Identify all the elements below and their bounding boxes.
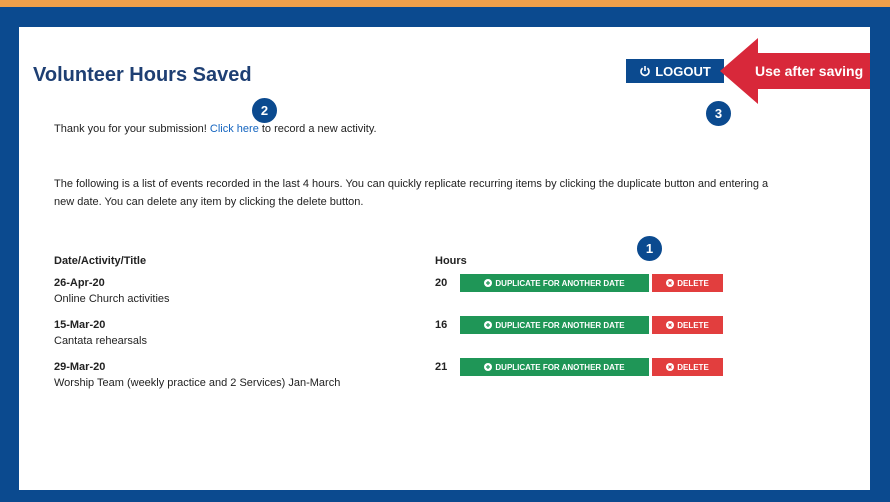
intro-prefix: Thank you for your submission! [54, 123, 210, 135]
duplicate-label: DUPLICATE FOR ANOTHER DATE [495, 320, 625, 330]
row-date: 29-Mar-20 [54, 361, 106, 373]
row-activity: Worship Team (weekly practice and 2 Serv… [54, 377, 341, 389]
page-title: Volunteer Hours Saved [33, 64, 252, 86]
row-hours: 20 [435, 277, 448, 289]
row-date: 15-Mar-20 [54, 319, 106, 331]
row-date: 26-Apr-20 [54, 277, 105, 289]
new-activity-link[interactable]: Click here [210, 123, 259, 135]
row-hours: 21 [435, 361, 448, 373]
table-row: 26-Apr-20 Online Church activities 20 DU… [54, 274, 754, 311]
app-frame: Volunteer Hours Saved LOGOUT Thank you f… [0, 7, 890, 502]
logout-button[interactable]: LOGOUT [626, 59, 724, 83]
plus-circle-icon [484, 279, 493, 287]
main-panel: Volunteer Hours Saved LOGOUT Thank you f… [19, 27, 870, 490]
description-text: The following is a list of events record… [54, 178, 769, 208]
delete-label: DELETE [677, 320, 709, 330]
column-header-activity: Date/Activity/Title [54, 255, 147, 267]
intro-text: Thank you for your submission! Click her… [54, 123, 377, 135]
logout-label: LOGOUT [655, 63, 711, 79]
plus-circle-icon [484, 363, 493, 371]
delete-label: DELETE [677, 362, 709, 372]
delete-label: DELETE [677, 278, 709, 288]
step-badge-2: 2 [251, 97, 278, 124]
table-row: 29-Mar-20 Worship Team (weekly practice … [54, 358, 754, 395]
table-row: 15-Mar-20 Cantata rehearsals 16 DUPLICAT… [54, 316, 754, 353]
x-circle-icon [666, 279, 675, 287]
duplicate-button[interactable]: DUPLICATE FOR ANOTHER DATE [460, 358, 649, 376]
row-activity: Cantata rehearsals [54, 335, 147, 347]
duplicate-button[interactable]: DUPLICATE FOR ANOTHER DATE [460, 316, 649, 334]
callout-label: Use after saving [755, 63, 864, 79]
delete-button[interactable]: DELETE [652, 316, 723, 334]
row-activity: Online Church activities [54, 293, 170, 305]
duplicate-button[interactable]: DUPLICATE FOR ANOTHER DATE [460, 274, 649, 292]
column-header-hours: Hours [435, 255, 467, 267]
row-hours: 16 [435, 319, 448, 331]
step-badge-3: 3 [705, 100, 732, 127]
duplicate-label: DUPLICATE FOR ANOTHER DATE [495, 362, 625, 372]
x-circle-icon [666, 363, 675, 371]
step-badge-1: 1 [636, 235, 663, 262]
plus-circle-icon [484, 321, 493, 329]
power-icon [640, 66, 650, 77]
duplicate-label: DUPLICATE FOR ANOTHER DATE [495, 278, 625, 288]
delete-button[interactable]: DELETE [652, 274, 723, 292]
delete-button[interactable]: DELETE [652, 358, 723, 376]
x-circle-icon [666, 321, 675, 329]
intro-suffix: to record a new activity. [258, 123, 377, 135]
